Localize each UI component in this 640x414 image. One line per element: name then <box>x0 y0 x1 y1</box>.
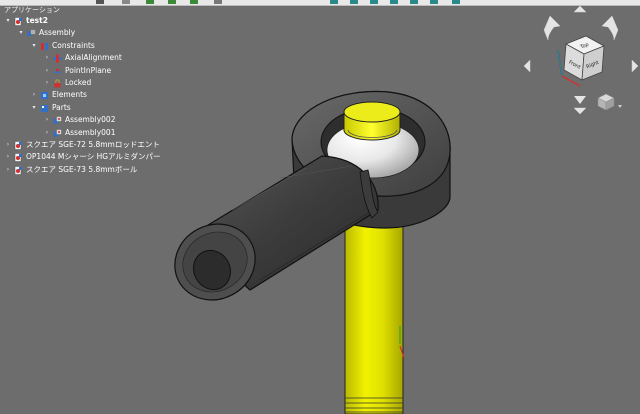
model-tree[interactable]: アプリケーション ▾ test2 ▾ Assembly ▾ Constraints › Axi… <box>0 5 170 176</box>
tree-rows: ▾ test2 ▾ Assembly ▾ Constraints › AxialAlignme… <box>0 15 170 176</box>
constraints-icon <box>40 42 49 51</box>
document-icon <box>14 165 23 175</box>
yellow-shaft[interactable] <box>344 199 404 414</box>
elements-icon <box>40 91 49 100</box>
chevron-right-icon[interactable]: › <box>30 89 38 101</box>
chevron-right-icon[interactable]: › <box>4 164 12 176</box>
chevron-right-icon[interactable]: › <box>43 65 51 77</box>
pan-up-arrow-icon[interactable] <box>573 6 587 13</box>
rotate-down-arrow-icon[interactable] <box>574 96 586 104</box>
3d-viewport[interactable]: アプリケーション ▾ test2 ▾ Assembly ▾ Constraints › Axi… <box>0 0 640 414</box>
tree-item[interactable]: › Assembly001 <box>0 127 170 139</box>
tree-item-label: Assembly <box>39 28 76 38</box>
pan-right-arrow-icon[interactable] <box>631 59 639 73</box>
tree-item[interactable]: › スクエア SGE-73 5.8mmボール <box>0 164 170 176</box>
tree-item-label: Assembly001 <box>65 127 116 137</box>
tree-item-label: Elements <box>52 90 87 100</box>
tree-item[interactable]: › Locked <box>0 77 170 89</box>
constraint-point-icon <box>53 67 62 76</box>
parts-icon <box>40 104 49 113</box>
tree-item-label: Locked <box>65 77 92 87</box>
navcube-body[interactable]: Top Front Right <box>557 35 605 87</box>
tree-item-label: スクエア SGE-72 5.8mmロッドエント <box>26 139 160 149</box>
chevron-down-icon[interactable]: ▾ <box>17 27 25 39</box>
chevron-right-icon[interactable]: › <box>43 52 51 64</box>
tree-item-label: スクエア SGE-73 5.8mmボール <box>26 164 138 174</box>
subassembly-icon <box>53 128 62 138</box>
pan-down-arrow-icon[interactable] <box>573 107 587 114</box>
chevron-right-icon[interactable]: › <box>4 139 12 151</box>
chevron-down-icon[interactable]: ▾ <box>30 102 38 114</box>
tree-item-label: PointInPlane <box>65 65 112 75</box>
tree-item[interactable]: › AxialAlignment <box>0 52 170 64</box>
constraint-locked-icon <box>53 79 62 88</box>
chevron-right-icon[interactable]: › <box>43 77 51 89</box>
chevron-down-icon[interactable]: ▾ <box>4 15 12 27</box>
document-icon <box>14 141 23 150</box>
tree-item-label: Parts <box>52 102 71 112</box>
tree-header: アプリケーション <box>4 6 60 14</box>
subassembly-icon <box>53 116 62 125</box>
chevron-right-icon[interactable]: › <box>4 151 12 163</box>
document-icon <box>14 153 23 163</box>
tree-item[interactable]: ▾ Constraints <box>0 40 170 52</box>
chevron-right-icon[interactable]: › <box>43 127 51 139</box>
tree-item[interactable]: › OP1044 Mシャーシ HGアルミダンパー <box>0 151 170 163</box>
tree-item-label: test2 <box>26 16 48 25</box>
assembly-icon <box>27 29 36 38</box>
tree-item-label: Assembly002 <box>65 115 116 125</box>
rotate-left-arrow-icon[interactable] <box>543 15 561 41</box>
tree-item[interactable]: › スクエア SGE-72 5.8mmロッドエント <box>0 139 170 151</box>
tree-item-label: AxialAlignment <box>65 53 122 63</box>
document-icon <box>14 17 23 26</box>
pan-left-arrow-icon[interactable] <box>523 59 531 73</box>
navcube-menu-icon[interactable] <box>597 93 622 111</box>
tree-item[interactable]: ▾ test2 <box>0 15 170 27</box>
tree-item-label: OP1044 Mシャーシ HGアルミダンパー <box>26 152 161 162</box>
tree-item-label: Constraints <box>52 40 95 50</box>
constraint-axial-icon <box>53 54 62 63</box>
chevron-down-icon[interactable]: ▾ <box>30 40 38 52</box>
tree-item[interactable]: ▾ Assembly <box>0 27 170 39</box>
rotate-right-arrow-icon[interactable] <box>601 15 619 41</box>
tree-item[interactable]: › Assembly002 <box>0 114 170 126</box>
tree-item[interactable]: › Elements <box>0 89 170 101</box>
yellow-cap[interactable] <box>343 101 401 141</box>
chevron-right-icon[interactable]: › <box>43 114 51 126</box>
tree-item[interactable]: ▾ Parts <box>0 102 170 114</box>
navigation-cube[interactable]: Top Front Right <box>522 6 640 114</box>
tree-item[interactable]: › PointInPlane <box>0 65 170 77</box>
